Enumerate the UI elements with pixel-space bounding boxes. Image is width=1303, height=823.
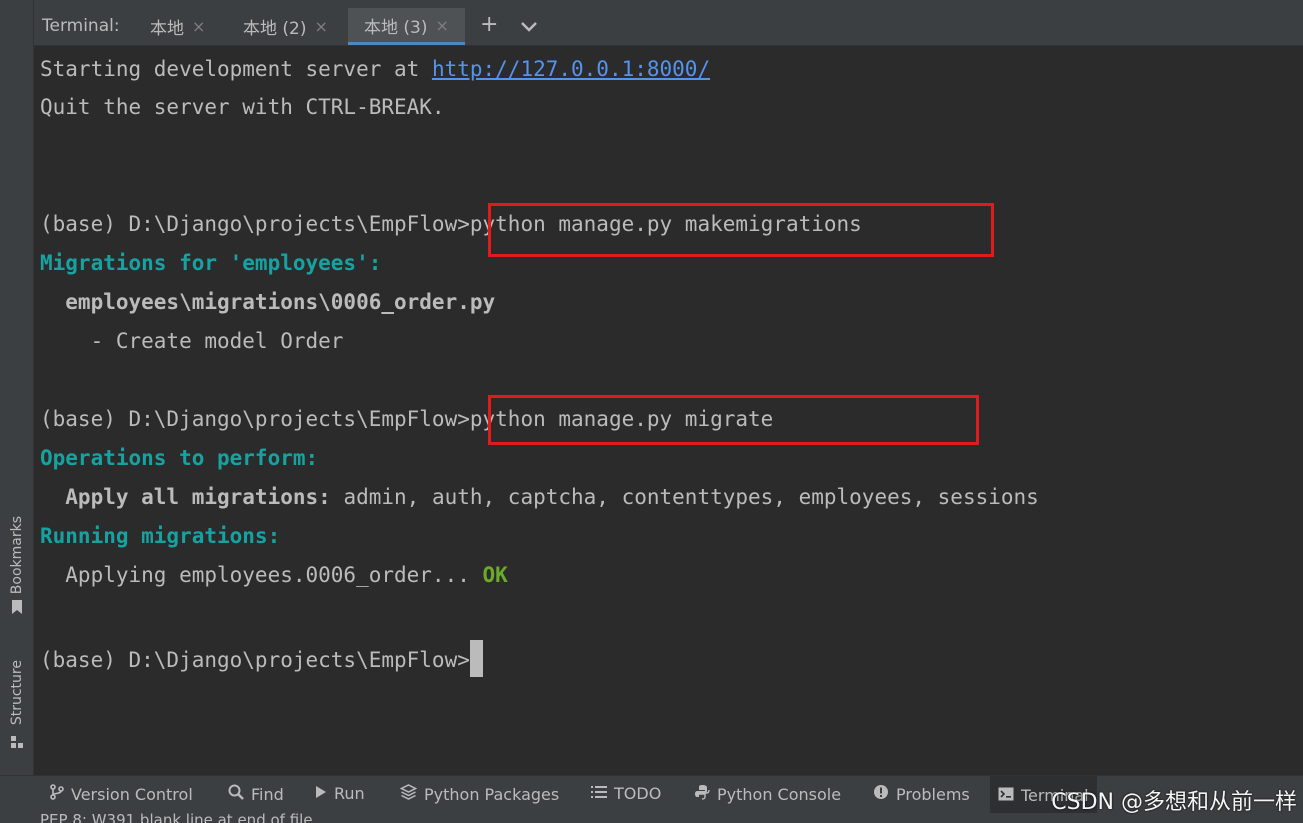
terminal-output[interactable]: Starting development server at http://12… [34,46,1303,775]
tab-local-2[interactable]: 本地 (2) × [243,8,328,45]
info-icon [873,784,889,804]
chevron-down-icon[interactable] [520,14,538,39]
bookmarks-tab[interactable]: Bookmarks [0,516,33,618]
bookmarks-label: Bookmarks [8,516,25,595]
todo-button[interactable]: TODO [591,784,661,803]
search-icon [228,784,244,804]
problems-label: Problems [896,784,970,804]
find-label: Find [251,784,284,804]
tab-label: 本地 (3) [364,17,428,38]
highlight-box-makemigrations [488,203,994,257]
run-button[interactable]: Run [315,784,365,803]
branch-icon [50,784,64,804]
todo-label: TODO [614,784,662,803]
status-message: PEP 8: W391 blank line at end of file [40,813,313,823]
terminal-icon [998,786,1014,805]
applying-line: Applying employees.0006_order... OK [40,563,508,587]
python-packages-button[interactable]: Python Packages [399,784,560,804]
operations-line: Operations to perform: [40,446,319,470]
migrations-for-line: Migrations for 'employees': [40,251,382,275]
highlight-box-migrate [488,395,979,445]
structure-label: Structure [8,660,25,726]
terminal-cursor [469,640,483,677]
python-console-label: Python Console [717,784,842,804]
tab-local-3[interactable]: 本地 (3) × [348,8,465,45]
problems-button[interactable]: Problems [873,784,970,804]
close-icon[interactable]: × [314,17,327,36]
tab-local-1[interactable]: 本地 × [150,8,205,45]
migration-file-line: employees\migrations\0006_order.py [40,290,496,314]
close-icon[interactable]: × [435,16,448,35]
list-icon [591,784,607,803]
version-control-button[interactable]: Version Control [50,784,193,804]
tab-label: 本地 [150,19,184,39]
find-button[interactable]: Find [228,784,284,804]
packages-icon [399,784,418,804]
running-migrations-line: Running migrations: [40,524,281,548]
structure-icon [10,733,23,752]
quit-hint-line: Quit the server with CTRL-BREAK. [40,95,445,119]
create-model-line: - Create model Order [40,329,344,353]
server-url-link[interactable]: http://127.0.0.1:8000/ [432,57,710,81]
terminal-tab-bar: Terminal: 本地 × 本地 (2) × 本地 (3) × + [34,0,1303,46]
run-icon [315,784,327,803]
apply-all-line: Apply all migrations: admin, auth, captc… [40,485,1039,509]
run-label: Run [334,784,365,803]
left-tool-strip: Bookmarks Structure [0,0,34,775]
terminal-label: Terminal: [42,16,120,36]
close-icon[interactable]: × [192,17,205,36]
structure-tab[interactable]: Structure [0,660,33,752]
version-control-label: Version Control [71,784,193,804]
python-console-button[interactable]: Python Console [694,784,841,804]
new-tab-button[interactable]: + [480,12,498,37]
prompt-line-3: (base) D:\Django\projects\EmpFlow> [40,640,483,677]
ok-status: OK [482,563,508,587]
bookmark-icon [11,600,23,618]
csdn-watermark: CSDN @多想和从前一样 [1051,790,1297,815]
server-start-line: Starting development server at http://12… [40,57,711,81]
python-icon [694,784,710,804]
python-packages-label: Python Packages [424,784,560,804]
tab-label: 本地 (2) [243,19,307,39]
